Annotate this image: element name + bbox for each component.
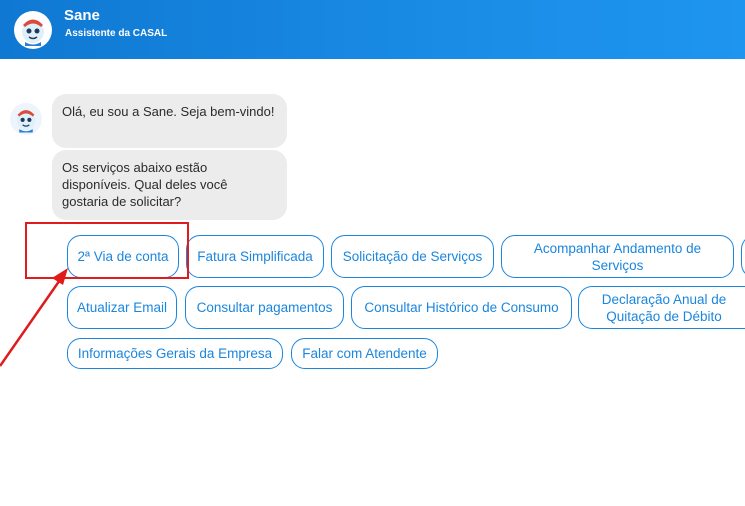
header-subtitle: Assistente da CASAL xyxy=(65,28,168,39)
chat-header: Sane Assistente da CASAL xyxy=(0,0,745,59)
option-informacoes-gerais[interactable]: Informações Gerais da Empresa xyxy=(67,338,283,369)
header-title: Sane xyxy=(64,7,100,24)
bot-message: Os serviços abaixo estão disponíveis. Qu… xyxy=(52,150,287,220)
option-declaracao-anual[interactable]: Declaração Anual de Quitação de Débito xyxy=(578,286,745,329)
option-2a-via-conta[interactable]: 2ª Via de conta xyxy=(67,235,179,278)
option-falar-atendente[interactable]: Falar com Atendente xyxy=(291,338,438,369)
option-declaracao-anual-label: Declaração Anual de Quitação de Débito xyxy=(601,291,727,324)
option-acompanhar-andamento[interactable]: Acompanhar Andamento de Serviços xyxy=(501,235,734,278)
option-clipped[interactable] xyxy=(741,235,745,278)
option-solicitacao-servicos[interactable]: Solicitação de Serviços xyxy=(331,235,494,278)
option-consultar-pagamentos[interactable]: Consultar pagamentos xyxy=(185,286,344,329)
bot-message: Olá, eu sou a Sane. Seja bem-vindo! xyxy=(52,94,287,148)
option-historico-consumo[interactable]: Consultar Histórico de Consumo xyxy=(351,286,572,329)
bot-avatar-icon xyxy=(10,103,42,135)
sane-mascot-icon xyxy=(14,11,52,49)
option-atualizar-email[interactable]: Atualizar Email xyxy=(67,286,177,329)
option-fatura-simplificada[interactable]: Fatura Simplificada xyxy=(186,235,324,278)
